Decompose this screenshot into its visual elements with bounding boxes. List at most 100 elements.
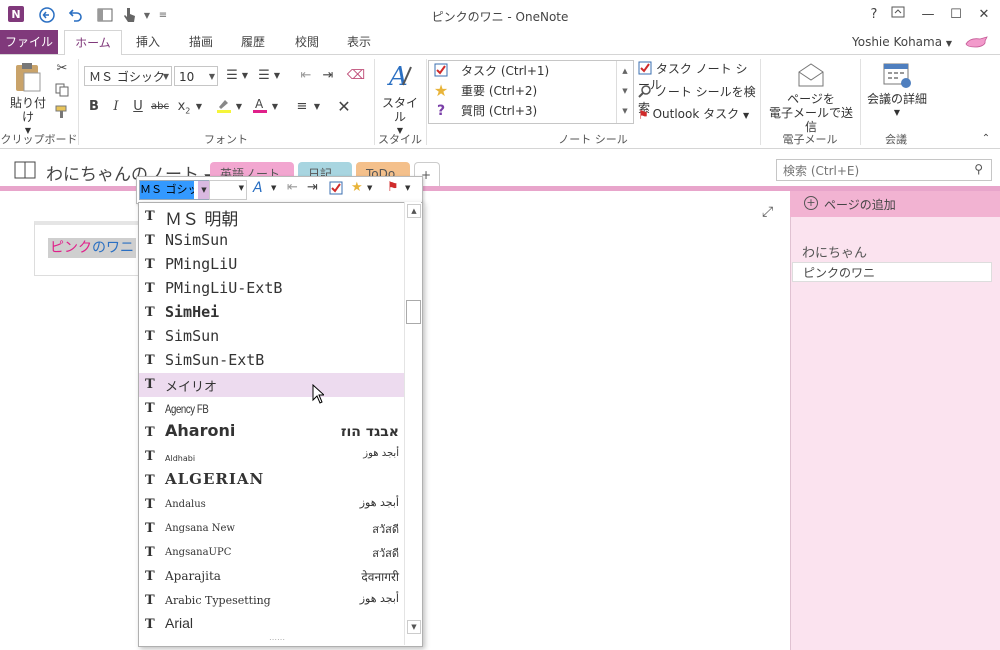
font-item-simhei[interactable]: T SimHei: [139, 301, 405, 325]
font-name: SimHei: [165, 303, 220, 321]
tab-insert[interactable]: 挿入: [128, 30, 168, 54]
font-name: Angsana New: [165, 523, 235, 534]
help-button[interactable]: ?: [864, 6, 884, 24]
truetype-icon: T: [145, 353, 155, 368]
font-list-scrollbar[interactable]: ▲ ▼: [404, 202, 421, 645]
format-painter-icon[interactable]: [52, 105, 72, 125]
font-item-angsanaupc[interactable]: T AngsanaUPC สวัสดี: [139, 541, 405, 565]
style-button[interactable]: A スタイル ▼: [378, 61, 422, 138]
copy-icon[interactable]: [52, 83, 72, 103]
outlook-tasks-button[interactable]: ⚑ Outlook タスク ▼: [638, 107, 758, 123]
tag-item-todo[interactable]: タスク (Ctrl+1): [429, 61, 615, 81]
numbering-icon[interactable]: ☰: [254, 66, 274, 86]
ribbon-display-button[interactable]: [888, 6, 908, 24]
scroll-thumb[interactable]: [406, 300, 421, 324]
font-item-simsun-extb[interactable]: T SimSun-ExtB: [139, 349, 405, 373]
search-icon[interactable]: ⚲: [974, 162, 983, 176]
collapse-ribbon-icon[interactable]: ⌃: [976, 129, 996, 149]
clear-formatting-icon[interactable]: ⌫: [346, 66, 366, 86]
bullets-dropdown-icon[interactable]: ▼: [240, 66, 250, 86]
font-color-dropdown-icon[interactable]: ▼: [270, 97, 280, 117]
italic-icon[interactable]: I: [106, 97, 126, 117]
tab-file[interactable]: ファイル: [0, 30, 58, 54]
mini-tag-dropdown-icon[interactable]: ▼: [367, 184, 372, 192]
bold-icon[interactable]: B: [84, 97, 104, 117]
font-item-aparajita[interactable]: T Aparajita देवनागरी: [139, 565, 405, 589]
mini-styles-icon[interactable]: A: [253, 180, 263, 196]
font-item-angsana-new[interactable]: T Angsana New สวัสดี: [139, 517, 405, 541]
truetype-icon: T: [145, 233, 155, 248]
decrease-indent-icon[interactable]: ⇤: [296, 66, 316, 86]
font-item-algerian[interactable]: T ALGERIAN: [139, 469, 405, 493]
user-avatar-icon[interactable]: [964, 30, 990, 54]
subscript-dropdown-icon[interactable]: ▼: [194, 97, 204, 117]
tab-draw[interactable]: 描画: [180, 30, 222, 54]
email-page-button[interactable]: ページを 電子メールで送信: [764, 61, 858, 134]
cut-icon[interactable]: ✂: [52, 59, 72, 79]
checkbox-icon: [638, 61, 652, 78]
font-item-ms-mincho[interactable]: T ＭＳ 明朝: [139, 205, 405, 230]
page-list-item[interactable]: ピンクのワニ: [792, 262, 992, 282]
mini-flag-dropdown-icon[interactable]: ▼: [405, 184, 410, 192]
font-name: SimSun-ExtB: [165, 351, 265, 369]
mini-decrease-indent-icon[interactable]: ⇤: [287, 180, 298, 195]
tab-history[interactable]: 履歴: [232, 30, 274, 54]
align-dropdown-icon[interactable]: ▼: [312, 97, 322, 117]
tab-home[interactable]: ホーム: [64, 30, 122, 56]
underline-icon[interactable]: U: [128, 97, 148, 117]
highlight-dropdown-icon[interactable]: ▼: [234, 97, 244, 117]
font-item-arial[interactable]: T Arial: [139, 613, 405, 637]
font-item-arabic-typesetting[interactable]: T Arabic Typesetting أبجد هوز: [139, 589, 405, 613]
font-name: NSimSun: [165, 231, 229, 249]
scroll-down-arrow-icon[interactable]: ▼: [407, 620, 421, 634]
delete-icon[interactable]: ✕: [334, 97, 354, 117]
font-item-agency-fb[interactable]: T Agency FB: [139, 397, 405, 421]
font-item-pmingliu[interactable]: T PMingLiU: [139, 253, 405, 277]
paste-button[interactable]: 貼り付け ▼: [6, 61, 50, 138]
font-item-aldhabi[interactable]: T Aldhabi أبجد هوز: [139, 445, 405, 469]
tab-view[interactable]: 表示: [338, 30, 380, 54]
style-group-label: スタイル: [378, 133, 422, 146]
resize-grip-icon[interactable]: ⋯⋯: [269, 635, 285, 644]
align-icon[interactable]: ≡: [292, 97, 312, 117]
meeting-details-button[interactable]: 会議の詳細 ▼: [864, 61, 930, 120]
mini-styles-dropdown-icon[interactable]: ▼: [271, 184, 276, 192]
font-size-combo[interactable]: 10 ▼: [174, 66, 218, 86]
mini-flag-icon[interactable]: ⚑: [387, 180, 399, 195]
mini-font-combo[interactable]: ＭＳ ゴシック▼: [139, 180, 211, 200]
highlight-icon[interactable]: [214, 97, 234, 117]
bullets-icon[interactable]: ☰: [222, 66, 242, 86]
expand-icon[interactable]: ⤢: [762, 204, 773, 220]
clipboard-icon: [16, 63, 41, 92]
strikethrough-icon[interactable]: abc: [150, 97, 170, 117]
scroll-up-arrow-icon[interactable]: ▲: [407, 204, 421, 218]
search-input[interactable]: [781, 162, 955, 180]
tag-label: 重要 (Ctrl+2): [461, 84, 538, 98]
numbering-dropdown-icon[interactable]: ▼: [272, 66, 282, 86]
mini-tag-star-icon[interactable]: ★: [351, 180, 363, 195]
close-button[interactable]: ✕: [974, 6, 994, 24]
font-name-combo[interactable]: ＭＳ ゴシック ▼: [84, 66, 172, 86]
mini-size-combo[interactable]: ▼: [209, 180, 247, 200]
subscript-icon[interactable]: x2: [174, 97, 194, 117]
minimize-button[interactable]: —: [918, 6, 938, 24]
font-item-andalus[interactable]: T Andalus أبجد هوز: [139, 493, 405, 517]
font-color-icon[interactable]: A: [250, 97, 270, 117]
increase-indent-icon[interactable]: ⇥: [318, 66, 338, 86]
tab-review[interactable]: 校閲: [286, 30, 328, 54]
mini-increase-indent-icon[interactable]: ⇥: [307, 180, 318, 195]
font-item-simsun[interactable]: T SimSun: [139, 325, 405, 349]
user-name[interactable]: Yoshie Kohama ▼: [852, 30, 962, 54]
search-box[interactable]: ⚲: [776, 159, 992, 181]
font-item-pmingliu-extb[interactable]: T PMingLiU-ExtB: [139, 277, 405, 301]
page-title[interactable]: ピンクのワニ: [48, 238, 136, 258]
mini-todo-tag-icon[interactable]: [329, 181, 343, 198]
tag-item-question[interactable]: ? 質問 (Ctrl+3): [429, 101, 615, 121]
tag-item-important[interactable]: ★ 重要 (Ctrl+2): [429, 81, 615, 101]
maximize-button[interactable]: ☐: [946, 6, 966, 24]
add-page-button[interactable]: + ページの追加: [790, 191, 1000, 217]
tags-gallery-scroll[interactable]: ▲ ▼ ▼: [616, 61, 633, 123]
font-item-meiryo[interactable]: T メイリオ: [139, 373, 405, 397]
font-item-nsimsun[interactable]: T NSimSun: [139, 229, 405, 253]
font-item-aharoni[interactable]: T Aharoni אבגד הוז: [139, 421, 405, 445]
